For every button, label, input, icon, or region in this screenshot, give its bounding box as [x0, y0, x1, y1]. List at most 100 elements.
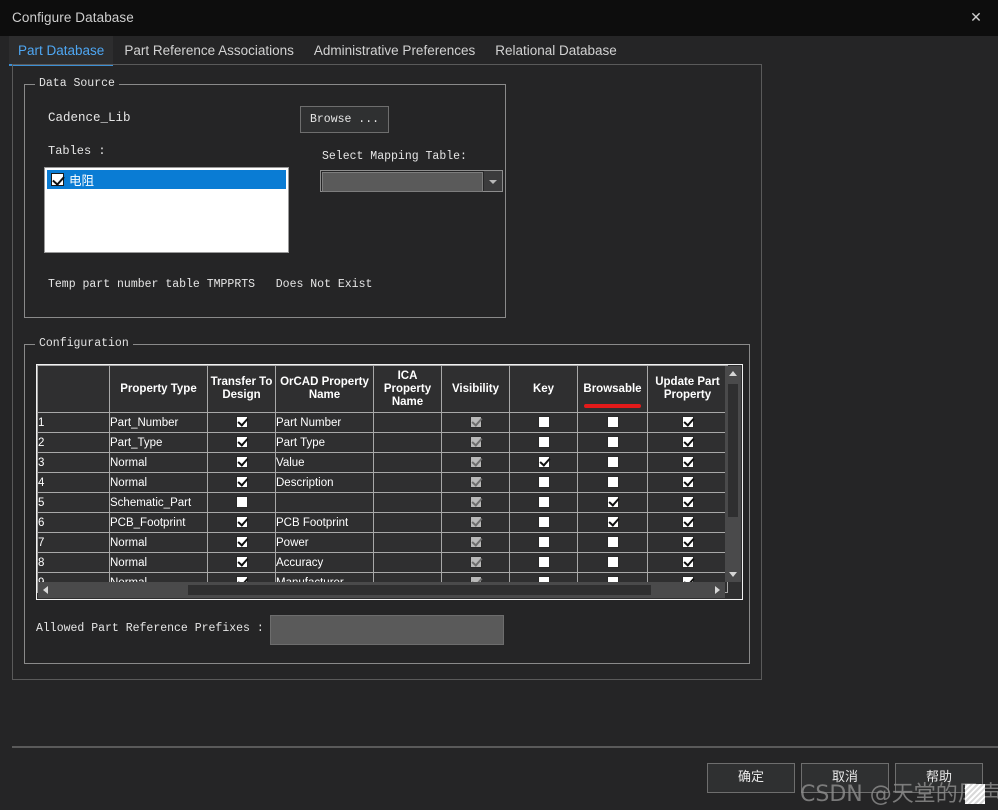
tab-administrative-preferences[interactable]: Administrative Preferences: [305, 36, 484, 66]
transfer-to-design-checkbox[interactable]: [235, 436, 248, 449]
browse-button[interactable]: Browse ...: [300, 106, 389, 133]
visibility-checkbox[interactable]: [469, 436, 482, 449]
list-item[interactable]: 电阻: [47, 170, 286, 189]
cell-property-type[interactable]: Part_Number: [109, 412, 208, 433]
update-part-property-checkbox[interactable]: [681, 536, 694, 549]
chevron-down-icon[interactable]: [484, 171, 502, 191]
col-header-browsable[interactable]: Browsable: [577, 365, 648, 413]
cell-transfer-to-design[interactable]: [207, 552, 276, 573]
cell-visibility[interactable]: [441, 452, 510, 473]
table-row[interactable]: 4 Normal Description: [37, 472, 728, 493]
ok-button[interactable]: 确定: [707, 763, 795, 793]
horizontal-scroll-thumb[interactable]: [188, 585, 651, 595]
cancel-button[interactable]: 取消: [801, 763, 889, 793]
cell-visibility[interactable]: [441, 532, 510, 553]
table-row[interactable]: 7 Normal Power: [37, 532, 728, 553]
cell-orcad-property-name[interactable]: PCB Footprint: [275, 512, 374, 533]
cell-ica-property-name[interactable]: [373, 532, 442, 553]
row-number-cell[interactable]: 4: [37, 472, 110, 493]
table-checkbox[interactable]: [51, 173, 64, 186]
table-row[interactable]: 3 Normal Value: [37, 452, 728, 473]
cell-orcad-property-name[interactable]: Value: [275, 452, 374, 473]
transfer-to-design-checkbox[interactable]: [235, 476, 248, 489]
cell-key[interactable]: [509, 492, 578, 513]
cell-key[interactable]: [509, 552, 578, 573]
browsable-checkbox[interactable]: [606, 556, 619, 569]
cell-ica-property-name[interactable]: [373, 472, 442, 493]
cell-property-type[interactable]: Normal: [109, 552, 208, 573]
vertical-scroll-thumb[interactable]: [728, 384, 738, 517]
cell-ica-property-name[interactable]: [373, 432, 442, 453]
cell-transfer-to-design[interactable]: [207, 432, 276, 453]
visibility-checkbox[interactable]: [469, 416, 482, 429]
cell-browsable[interactable]: [577, 412, 648, 433]
cell-key[interactable]: [509, 472, 578, 493]
browsable-checkbox[interactable]: [606, 476, 619, 489]
cell-update-part-property[interactable]: [647, 432, 728, 453]
cell-update-part-property[interactable]: [647, 452, 728, 473]
cell-browsable[interactable]: [577, 472, 648, 493]
cell-browsable[interactable]: [577, 512, 648, 533]
tab-part-database[interactable]: Part Database: [9, 36, 114, 66]
table-row[interactable]: 8 Normal Accuracy: [37, 552, 728, 573]
cell-visibility[interactable]: [441, 552, 510, 573]
cell-ica-property-name[interactable]: [373, 452, 442, 473]
table-row[interactable]: 6 PCB_Footprint PCB Footprint: [37, 512, 728, 533]
cell-orcad-property-name[interactable]: Power: [275, 532, 374, 553]
scroll-up-arrow-icon[interactable]: [725, 366, 741, 381]
cell-property-type[interactable]: Normal: [109, 472, 208, 493]
col-header-key[interactable]: Key: [509, 365, 578, 413]
scroll-right-arrow-icon[interactable]: [710, 582, 725, 598]
cell-orcad-property-name[interactable]: Description: [275, 472, 374, 493]
cell-property-type[interactable]: PCB_Footprint: [109, 512, 208, 533]
update-part-property-checkbox[interactable]: [681, 496, 694, 509]
browsable-checkbox[interactable]: [606, 516, 619, 529]
transfer-to-design-checkbox[interactable]: [235, 496, 248, 509]
cell-browsable[interactable]: [577, 532, 648, 553]
col-header-property-type[interactable]: Property Type: [109, 365, 208, 413]
cell-property-type[interactable]: Part_Type: [109, 432, 208, 453]
cell-property-type[interactable]: Normal: [109, 452, 208, 473]
transfer-to-design-checkbox[interactable]: [235, 536, 248, 549]
row-number-cell[interactable]: 1: [37, 412, 110, 433]
cell-ica-property-name[interactable]: [373, 552, 442, 573]
transfer-to-design-checkbox[interactable]: [235, 416, 248, 429]
cell-orcad-property-name[interactable]: Part Number: [275, 412, 374, 433]
key-checkbox[interactable]: [537, 556, 550, 569]
update-part-property-checkbox[interactable]: [681, 476, 694, 489]
browsable-checkbox[interactable]: [606, 456, 619, 469]
transfer-to-design-checkbox[interactable]: [235, 456, 248, 469]
key-checkbox[interactable]: [537, 416, 550, 429]
tables-listbox[interactable]: 电阻: [44, 167, 289, 253]
col-header-visibility[interactable]: Visibility: [441, 365, 510, 413]
cell-transfer-to-design[interactable]: [207, 472, 276, 493]
grid-horizontal-scrollbar[interactable]: [38, 582, 725, 598]
help-button[interactable]: 帮助: [895, 763, 983, 793]
cell-key[interactable]: [509, 412, 578, 433]
update-part-property-checkbox[interactable]: [681, 436, 694, 449]
cell-browsable[interactable]: [577, 492, 648, 513]
cell-visibility[interactable]: [441, 412, 510, 433]
transfer-to-design-checkbox[interactable]: [235, 516, 248, 529]
cell-update-part-property[interactable]: [647, 472, 728, 493]
row-number-cell[interactable]: 3: [37, 452, 110, 473]
browsable-checkbox[interactable]: [606, 416, 619, 429]
col-header-rownum[interactable]: [37, 365, 110, 413]
cell-key[interactable]: [509, 452, 578, 473]
col-header-transfer-to-design[interactable]: Transfer To Design: [207, 365, 276, 413]
visibility-checkbox[interactable]: [469, 496, 482, 509]
scroll-left-arrow-icon[interactable]: [38, 582, 53, 598]
browsable-checkbox[interactable]: [606, 536, 619, 549]
close-icon[interactable]: ✕: [962, 4, 990, 30]
cell-browsable[interactable]: [577, 552, 648, 573]
cell-visibility[interactable]: [441, 432, 510, 453]
cell-update-part-property[interactable]: [647, 552, 728, 573]
row-number-cell[interactable]: 8: [37, 552, 110, 573]
cell-visibility[interactable]: [441, 492, 510, 513]
update-part-property-checkbox[interactable]: [681, 516, 694, 529]
visibility-checkbox[interactable]: [469, 556, 482, 569]
cell-browsable[interactable]: [577, 432, 648, 453]
row-number-cell[interactable]: 6: [37, 512, 110, 533]
update-part-property-checkbox[interactable]: [681, 416, 694, 429]
cell-update-part-property[interactable]: [647, 512, 728, 533]
